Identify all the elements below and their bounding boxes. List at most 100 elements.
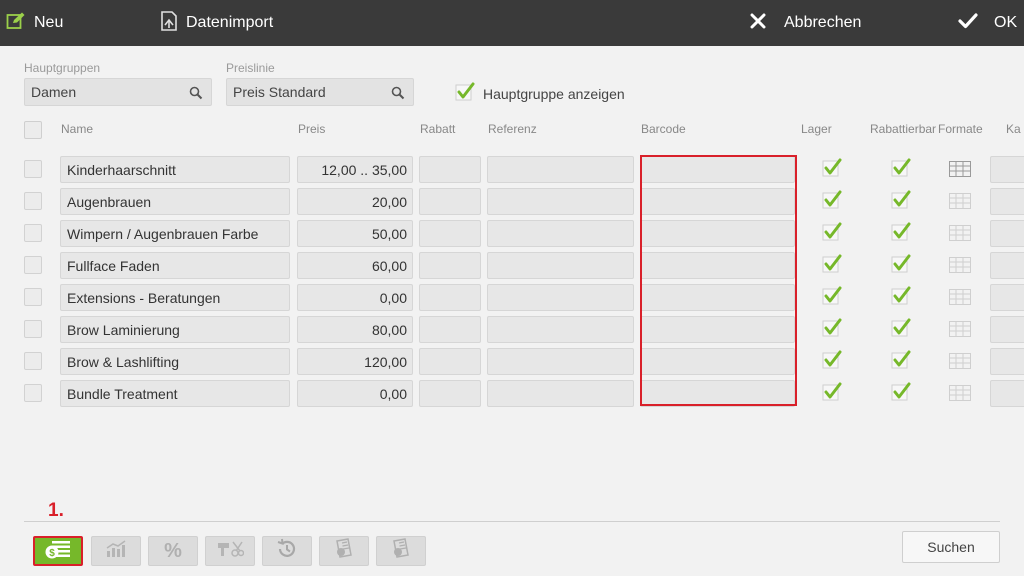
reference-cell[interactable] [487, 348, 634, 375]
main-group-select[interactable]: Damen [24, 78, 212, 106]
discount-cell[interactable] [419, 220, 481, 247]
discountable-check-icon[interactable] [891, 382, 911, 407]
stock-check-icon[interactable] [822, 158, 842, 183]
formats-grid-icon[interactable] [949, 321, 971, 342]
name-cell[interactable]: Augenbrauen [60, 188, 290, 215]
extra-cell[interactable] [990, 348, 1024, 375]
table-row[interactable]: Wimpern / Augenbrauen Farbe 50,00 [0, 220, 1024, 248]
row-checkbox[interactable] [24, 160, 42, 178]
formats-grid-icon[interactable] [949, 385, 971, 406]
discountable-check-icon[interactable] [891, 254, 911, 279]
table-row[interactable]: Kinderhaarschnitt 12,00 .. 35,00 [0, 156, 1024, 184]
reference-cell[interactable] [487, 316, 634, 343]
column-header-barcode[interactable]: Barcode [641, 122, 686, 136]
extra-cell[interactable] [990, 252, 1024, 279]
price-cell[interactable]: 12,00 .. 35,00 [297, 156, 413, 183]
formats-grid-icon[interactable] [949, 161, 971, 182]
cancel-button[interactable]: Abbrechen [750, 0, 861, 46]
formats-grid-icon[interactable] [949, 353, 971, 374]
price-list-alt-button[interactable] [376, 536, 426, 566]
discount-cell[interactable] [419, 316, 481, 343]
statistics-button[interactable] [91, 536, 141, 566]
stylist-tools-button[interactable] [205, 536, 255, 566]
table-row[interactable]: Brow Laminierung 80,00 [0, 316, 1024, 344]
column-header-reference[interactable]: Referenz [488, 122, 537, 136]
price-list-button[interactable] [319, 536, 369, 566]
formats-grid-icon[interactable] [949, 225, 971, 246]
row-checkbox[interactable] [24, 320, 42, 338]
discount-cell[interactable] [419, 188, 481, 215]
extra-cell[interactable] [990, 284, 1024, 311]
history-button[interactable] [262, 536, 312, 566]
discount-cell[interactable] [419, 284, 481, 311]
new-button[interactable]: Neu [6, 0, 63, 46]
name-cell[interactable]: Wimpern / Augenbrauen Farbe [60, 220, 290, 247]
price-cell[interactable]: 50,00 [297, 220, 413, 247]
formats-grid-icon[interactable] [949, 193, 971, 214]
stock-check-icon[interactable] [822, 286, 842, 311]
price-line-select[interactable]: Preis Standard [226, 78, 414, 106]
reference-cell[interactable] [487, 252, 634, 279]
name-cell[interactable]: Bundle Treatment [60, 380, 290, 407]
row-checkbox[interactable] [24, 384, 42, 402]
stock-check-icon[interactable] [822, 318, 842, 343]
price-cell[interactable]: 80,00 [297, 316, 413, 343]
price-cell[interactable]: 20,00 [297, 188, 413, 215]
data-import-button[interactable]: Datenimport [160, 0, 273, 46]
discount-button[interactable]: % [148, 536, 198, 566]
show-main-group-checkbox[interactable]: Hauptgruppe anzeigen [455, 82, 625, 105]
table-row[interactable]: Fullface Faden 60,00 [0, 252, 1024, 280]
reference-cell[interactable] [487, 188, 634, 215]
discount-cell[interactable] [419, 348, 481, 375]
price-cell[interactable]: 120,00 [297, 348, 413, 375]
stock-check-icon[interactable] [822, 382, 842, 407]
extra-cell[interactable] [990, 380, 1024, 407]
reference-cell[interactable] [487, 284, 634, 311]
column-header-price[interactable]: Preis [298, 122, 325, 136]
table-row[interactable]: Augenbrauen 20,00 [0, 188, 1024, 216]
name-cell[interactable]: Kinderhaarschnitt [60, 156, 290, 183]
table-row[interactable]: Extensions - Beratungen 0,00 [0, 284, 1024, 312]
reference-cell[interactable] [487, 380, 634, 407]
price-button[interactable]: $ [33, 536, 83, 566]
extra-cell[interactable] [990, 220, 1024, 247]
discount-cell[interactable] [419, 380, 481, 407]
column-header-name[interactable]: Name [61, 122, 93, 136]
discountable-check-icon[interactable] [891, 222, 911, 247]
column-header-formats[interactable]: Formate [938, 122, 983, 136]
stock-check-icon[interactable] [822, 190, 842, 215]
reference-cell[interactable] [487, 156, 634, 183]
discountable-check-icon[interactable] [891, 350, 911, 375]
name-cell[interactable]: Brow & Lashlifting [60, 348, 290, 375]
row-checkbox[interactable] [24, 352, 42, 370]
name-cell[interactable]: Extensions - Beratungen [60, 284, 290, 311]
discountable-check-icon[interactable] [891, 190, 911, 215]
name-cell[interactable]: Brow Laminierung [60, 316, 290, 343]
discountable-check-icon[interactable] [891, 158, 911, 183]
price-cell[interactable]: 0,00 [297, 380, 413, 407]
price-cell[interactable]: 0,00 [297, 284, 413, 311]
stock-check-icon[interactable] [822, 350, 842, 375]
column-header-stock[interactable]: Lager [801, 122, 832, 136]
extra-cell[interactable] [990, 188, 1024, 215]
search-button[interactable]: Suchen [902, 531, 1000, 563]
discount-cell[interactable] [419, 252, 481, 279]
stock-check-icon[interactable] [822, 254, 842, 279]
name-cell[interactable]: Fullface Faden [60, 252, 290, 279]
row-checkbox[interactable] [24, 288, 42, 306]
formats-grid-icon[interactable] [949, 289, 971, 310]
extra-cell[interactable] [990, 156, 1024, 183]
discountable-check-icon[interactable] [891, 286, 911, 311]
row-checkbox[interactable] [24, 224, 42, 242]
table-row[interactable]: Bundle Treatment 0,00 [0, 380, 1024, 408]
select-all-checkbox[interactable] [24, 121, 42, 139]
column-header-extra[interactable]: Ka [1006, 122, 1021, 136]
price-cell[interactable]: 60,00 [297, 252, 413, 279]
row-checkbox[interactable] [24, 256, 42, 274]
extra-cell[interactable] [990, 316, 1024, 343]
stock-check-icon[interactable] [822, 222, 842, 247]
reference-cell[interactable] [487, 220, 634, 247]
discountable-check-icon[interactable] [891, 318, 911, 343]
row-checkbox[interactable] [24, 192, 42, 210]
ok-button[interactable]: OK [958, 0, 1017, 46]
